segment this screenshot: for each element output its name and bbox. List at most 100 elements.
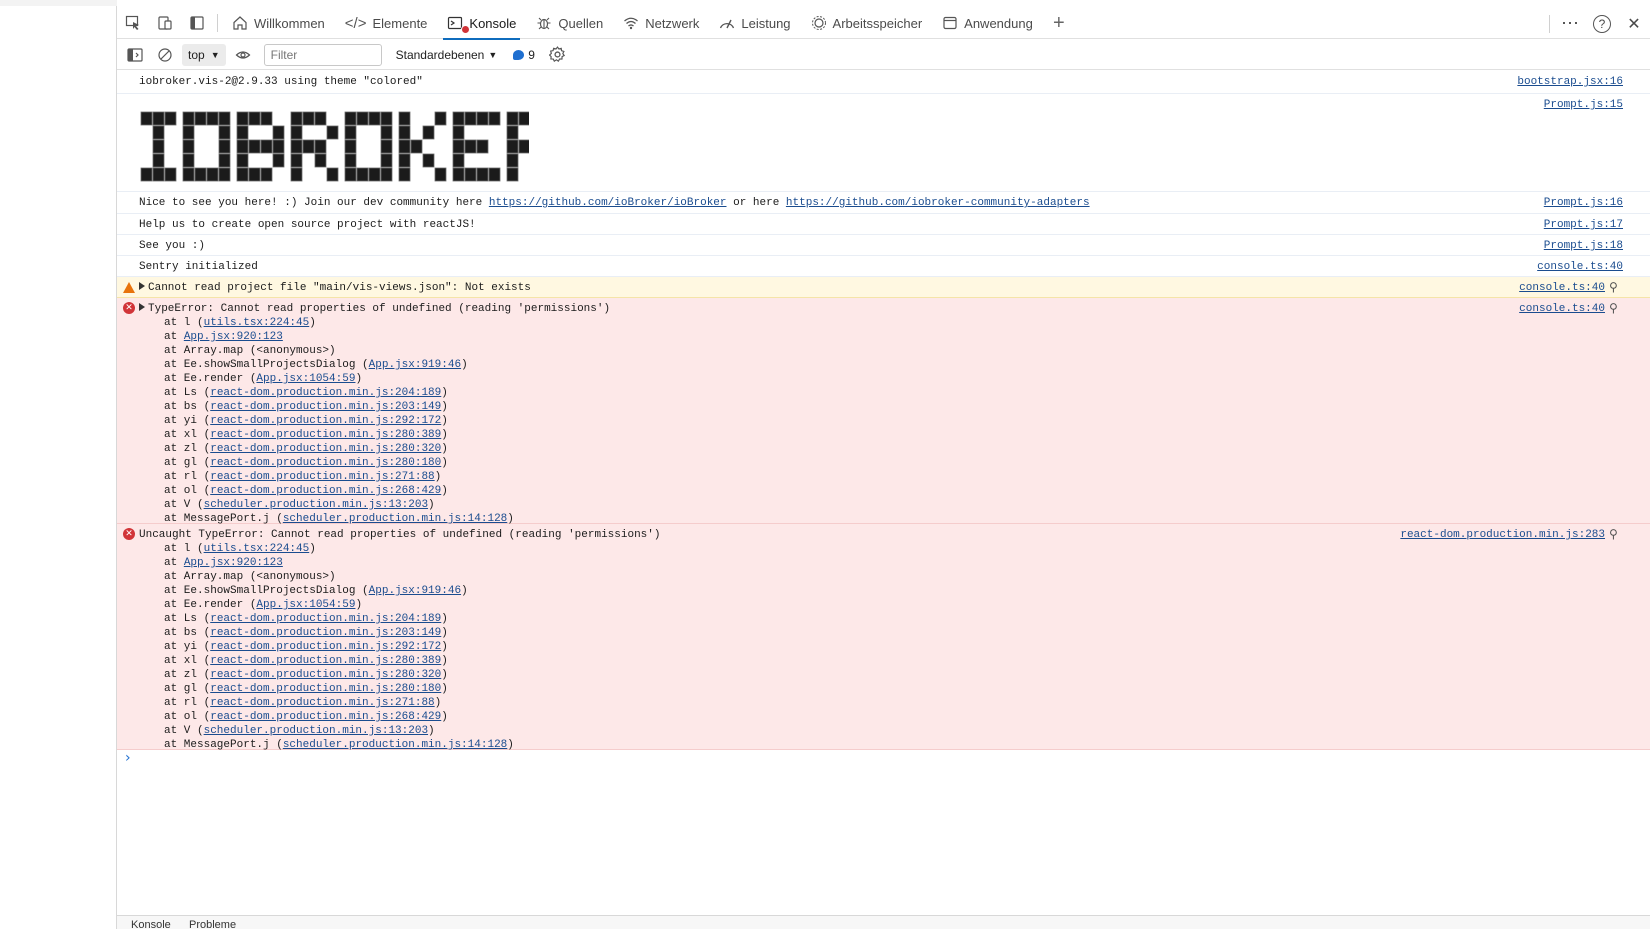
banner-block [248, 111, 261, 126]
source-link[interactable]: console.ts:40 [1537, 260, 1623, 274]
source-link[interactable]: Prompt.js:18 [1544, 239, 1623, 253]
tab-elemente[interactable]: </> Elemente [335, 8, 438, 39]
error-title: TypeError: Cannot read properties of und… [148, 303, 611, 315]
context-label: top [188, 47, 205, 62]
stack-frame-link[interactable]: react-dom.production.min.js:280:389 [210, 655, 441, 667]
stack-frame-link[interactable]: App.jsx:919:46 [369, 359, 461, 371]
banner-block [344, 139, 357, 154]
banner-block [518, 139, 529, 154]
stack-frame-text: ) [441, 387, 448, 399]
log-levels-label: Standardebenen [395, 47, 485, 62]
stack-frame-text: at ol ( [164, 485, 211, 497]
stack-frame-text: at Ee.render ( [164, 373, 257, 385]
stack-frame-link[interactable]: react-dom.production.min.js:280:389 [210, 429, 441, 441]
banner-block [398, 167, 411, 182]
live-expression-icon[interactable] [230, 43, 256, 67]
dock-sidebar-icon[interactable] [181, 8, 213, 39]
stack-frame-link[interactable]: App.jsx:1054:59 [256, 599, 355, 611]
copilot-explain-icon[interactable]: ⚲ [1609, 527, 1623, 541]
stack-frame-link[interactable]: scheduler.production.min.js:13:203 [204, 499, 428, 511]
stack-frame-link[interactable]: react-dom.production.min.js:203:149 [210, 401, 441, 413]
clear-console-icon[interactable] [152, 43, 178, 67]
stack-frame-link[interactable]: react-dom.production.min.js:280:320 [210, 669, 441, 681]
tab-anwendung[interactable]: Anwendung [932, 8, 1043, 39]
source-link[interactable]: Prompt.js:15 [1544, 98, 1623, 112]
console-prompt[interactable]: › [117, 750, 1650, 772]
tab-netzwerk[interactable]: Netzwerk [613, 8, 709, 39]
stack-frame-text: ) [441, 613, 448, 625]
stack-frame-text: ) [461, 359, 468, 371]
tab-arbeitsspeicher[interactable]: Arbeitsspeicher [801, 8, 933, 39]
stack-frame-link[interactable]: scheduler.production.min.js:13:203 [204, 725, 428, 737]
stack-frame-text: at Ee.showSmallProjectsDialog ( [164, 585, 369, 597]
source-link[interactable]: Prompt.js:16 [1544, 196, 1623, 210]
drawer-tab-konsole[interactable]: Konsole [131, 919, 171, 929]
stack-frame-text: at Array.map (<anonymous>) [164, 345, 336, 357]
stack-frame-link[interactable]: react-dom.production.min.js:280:180 [210, 457, 441, 469]
github-link-iobroker[interactable]: https://github.com/ioBroker/ioBroker [489, 197, 727, 209]
stack-frame-link[interactable]: App.jsx:920:123 [184, 331, 283, 343]
stack-frame-text: ) [441, 485, 448, 497]
tab-willkommen[interactable]: Willkommen [222, 8, 335, 39]
source-link[interactable]: console.ts:40 [1519, 302, 1605, 316]
add-tab-button[interactable]: + [1043, 8, 1075, 39]
banner-block [506, 153, 519, 168]
close-icon[interactable]: ✕ [1618, 8, 1650, 39]
stack-frame: at yi (react-dom.production.min.js:292:1… [164, 414, 1612, 428]
tab-konsole[interactable]: Konsole [437, 8, 526, 40]
stack-frame-link[interactable]: App.jsx:920:123 [184, 557, 283, 569]
stack-frame-link[interactable]: react-dom.production.min.js:271:88 [210, 471, 434, 483]
tab-separator [217, 14, 218, 32]
banner-block [182, 153, 195, 168]
banner-block [506, 167, 519, 182]
banner-block [344, 167, 357, 182]
source-link[interactable]: Prompt.js:17 [1544, 218, 1623, 232]
tab-leistung[interactable]: Leistung [709, 8, 800, 39]
toggle-sidebar-icon[interactable] [122, 43, 148, 67]
stack-frame-link[interactable]: App.jsx:1054:59 [256, 373, 355, 385]
copilot-explain-icon[interactable]: ⚲ [1609, 301, 1623, 315]
stack-frame: at App.jsx:920:123 [164, 330, 1612, 344]
message-count-badge[interactable]: 9 [513, 48, 535, 62]
expand-triangle-icon[interactable] [139, 282, 145, 290]
inspect-element-icon[interactable] [117, 8, 149, 39]
more-options-icon[interactable]: ⋯ [1554, 8, 1586, 39]
stack-frame-link[interactable]: react-dom.production.min.js:204:189 [210, 613, 441, 625]
stack-frame-link[interactable]: react-dom.production.min.js:271:88 [210, 697, 434, 709]
console-settings-gear-icon[interactable] [545, 43, 571, 67]
stack-frame-link[interactable]: utils.tsx:224:45 [204, 317, 310, 329]
context-selector[interactable]: top ▼ [182, 43, 226, 66]
console-message: Sentry initialized console.ts:40 [117, 256, 1650, 277]
stack-frame-link[interactable]: react-dom.production.min.js:268:429 [210, 485, 441, 497]
stack-frame-link[interactable]: App.jsx:919:46 [369, 585, 461, 597]
source-link[interactable]: bootstrap.jsx:16 [1517, 75, 1623, 89]
banner-block [434, 167, 447, 182]
stack-frame-link[interactable]: react-dom.production.min.js:280:320 [210, 443, 441, 455]
stack-frame-link[interactable]: utils.tsx:224:45 [204, 543, 310, 555]
expand-triangle-icon[interactable] [139, 303, 145, 311]
device-emulation-icon[interactable] [149, 8, 181, 39]
help-icon[interactable]: ? [1586, 8, 1618, 39]
tab-quellen[interactable]: Quellen [526, 8, 613, 39]
message-text: Help us to create open source project wi… [139, 219, 476, 231]
github-link-community-adapters[interactable]: https://github.com/iobroker-community-ad… [786, 197, 1090, 209]
prompt-chevron-icon: › [125, 750, 131, 766]
stack-frame-link[interactable]: react-dom.production.min.js:292:172 [210, 415, 441, 427]
stack-frame-link[interactable]: react-dom.production.min.js:204:189 [210, 387, 441, 399]
drawer-tab-probleme[interactable]: Probleme [189, 919, 236, 929]
stack-frame-link[interactable]: react-dom.production.min.js:292:172 [210, 641, 441, 653]
tab-label: Anwendung [964, 15, 1033, 31]
filter-input[interactable] [263, 43, 382, 66]
banner-block [260, 111, 273, 126]
copilot-explain-icon[interactable]: ⚲ [1609, 280, 1623, 294]
stack-frame-text: at gl ( [164, 683, 211, 695]
stack-frame-link[interactable]: react-dom.production.min.js:203:149 [210, 627, 441, 639]
error-icon: ✕ [123, 528, 135, 540]
source-link[interactable]: react-dom.production.min.js:283 [1400, 528, 1605, 542]
stack-frame-link[interactable]: react-dom.production.min.js:280:180 [210, 683, 441, 695]
banner-block [182, 125, 195, 140]
stack-frame: at rl (react-dom.production.min.js:271:8… [164, 470, 1612, 484]
source-link[interactable]: console.ts:40 [1519, 281, 1605, 295]
log-levels-dropdown[interactable]: Standardebenen ▼ [396, 48, 498, 62]
stack-frame-link[interactable]: react-dom.production.min.js:268:429 [210, 711, 441, 723]
